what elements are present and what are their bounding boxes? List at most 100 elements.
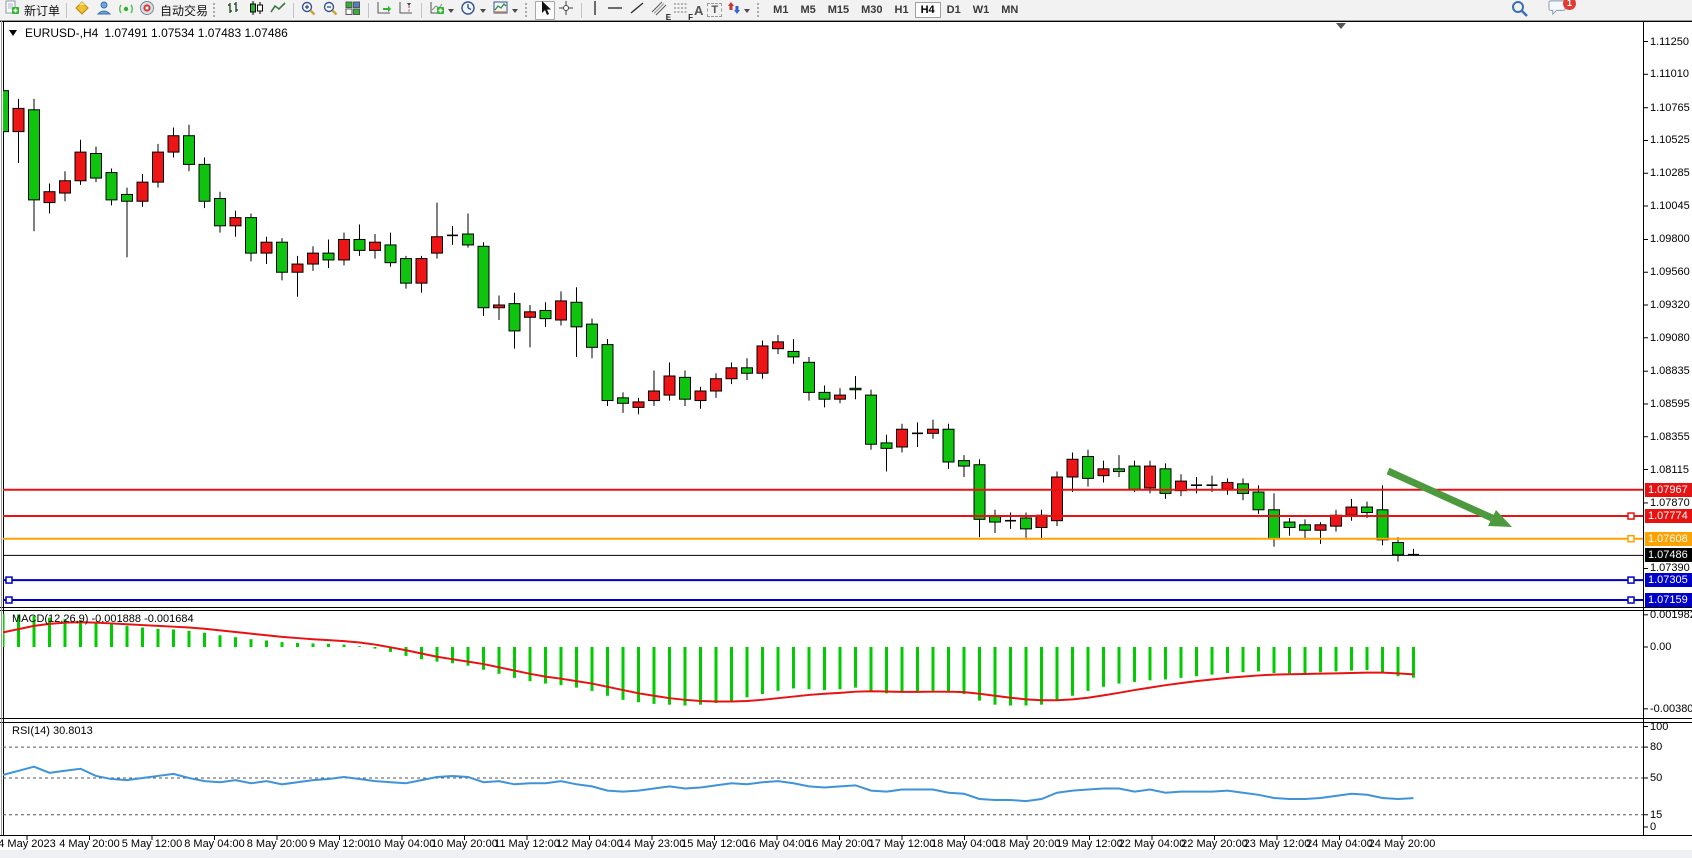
candle-bullish	[1346, 507, 1357, 515]
bar-chart-icon	[225, 0, 243, 21]
candle-bullish	[1067, 459, 1078, 477]
candle-bullish	[416, 259, 427, 284]
toolbar-gripper[interactable]	[525, 3, 530, 17]
toolbar-gripper[interactable]	[213, 3, 218, 17]
autotrading-label: 自动交易	[160, 2, 208, 19]
chart-shift-marker[interactable]	[1336, 23, 1346, 29]
candle-bullish	[230, 218, 241, 226]
tile-windows-icon	[344, 0, 362, 21]
candle-bullish	[13, 108, 24, 131]
cursor-icon	[538, 0, 552, 21]
candle-bearish	[1393, 543, 1404, 555]
chevron-down-icon[interactable]	[448, 9, 454, 13]
candle-bearish	[866, 395, 877, 444]
chart-canvas[interactable]	[0, 0, 1692, 858]
candle-bearish	[509, 304, 520, 331]
community-button[interactable]	[93, 1, 115, 20]
text-label-tool[interactable]: T	[705, 1, 724, 20]
candle-bullish	[773, 342, 784, 349]
signal-button[interactable]	[115, 1, 137, 20]
candle-bearish	[199, 164, 210, 201]
toolbar-separator	[581, 3, 582, 18]
new-chart-button[interactable]	[426, 1, 458, 20]
new-chart-icon	[428, 0, 446, 21]
zoom-out-button[interactable]	[320, 1, 342, 20]
candle-bearish	[1377, 510, 1388, 540]
line-handle[interactable]	[1628, 536, 1634, 542]
fibonacci-tool[interactable]: F	[670, 1, 692, 20]
periods-button[interactable]	[458, 1, 490, 20]
tf-mn[interactable]: MN	[995, 2, 1024, 18]
gold-chart-button[interactable]	[71, 1, 93, 20]
crosshair-tool-button[interactable]	[555, 1, 577, 20]
chevron-down-icon[interactable]	[480, 9, 486, 13]
vertical-line-icon	[588, 0, 602, 21]
line-chart-icon	[269, 0, 287, 21]
candle-bullish	[1098, 469, 1109, 476]
candle-bearish	[618, 398, 629, 403]
line-handle[interactable]	[1628, 577, 1634, 583]
line-handle[interactable]	[6, 577, 12, 583]
candle-bearish	[587, 324, 598, 347]
candle-bearish	[1284, 522, 1295, 527]
new-order-label: 新订单	[24, 2, 60, 19]
candlestick-mode-button[interactable]	[245, 1, 267, 20]
horizontal-line-tool[interactable]	[604, 1, 626, 20]
line-chart-mode-button[interactable]	[267, 1, 289, 20]
chart-shift-button[interactable]	[395, 1, 417, 20]
chevron-down-icon[interactable]	[744, 9, 750, 13]
line-handle[interactable]	[6, 597, 12, 603]
line-handle[interactable]	[1628, 513, 1634, 519]
new-order-button[interactable]: 新订单	[2, 1, 62, 20]
tf-h4[interactable]: H4	[915, 2, 941, 18]
tf-w1[interactable]: W1	[967, 2, 996, 18]
vertical-line-tool[interactable]	[586, 1, 604, 20]
candle-bearish	[1129, 466, 1140, 489]
candle-bearish	[385, 245, 396, 263]
signal-icon	[117, 0, 135, 21]
tf-m1[interactable]: M1	[767, 2, 794, 18]
bar-chart-mode-button[interactable]	[223, 1, 245, 20]
channel-tool[interactable]: E	[648, 1, 670, 20]
candle-bullish	[44, 192, 55, 203]
candle-bearish	[323, 253, 334, 260]
search-button[interactable]	[1508, 1, 1532, 20]
line-handle[interactable]	[1628, 597, 1634, 603]
auto-scroll-button[interactable]	[373, 1, 395, 20]
candle-bullish	[370, 242, 381, 250]
person-icon	[95, 0, 113, 21]
candle-bearish	[943, 429, 954, 462]
autotrading-button[interactable]: 自动交易	[137, 1, 210, 20]
toolbar-gripper[interactable]	[757, 3, 762, 17]
candle-bearish	[959, 461, 970, 466]
tile-windows-button[interactable]	[342, 1, 364, 20]
notifications-button[interactable]: 1	[1546, 1, 1570, 20]
toolbar-separator	[293, 3, 294, 18]
candle-bearish	[571, 302, 582, 327]
text-tool[interactable]: A	[692, 1, 705, 20]
zoom-in-button[interactable]	[298, 1, 320, 20]
tf-m15[interactable]: M15	[822, 2, 855, 18]
candle-bearish	[91, 153, 102, 178]
cursor-tool-button[interactable]	[535, 1, 555, 20]
trend-arrow-object[interactable]	[1388, 471, 1492, 518]
gold-icon	[73, 0, 91, 21]
tf-h1[interactable]: H1	[889, 2, 915, 18]
tf-d1[interactable]: D1	[941, 2, 967, 18]
candlestick-icon	[247, 0, 265, 21]
collapse-triangle-icon[interactable]	[9, 30, 17, 36]
candle-bullish	[308, 253, 319, 264]
candle-bearish	[680, 377, 691, 399]
candle-bullish	[168, 136, 179, 152]
trendline-tool[interactable]	[626, 1, 648, 20]
tf-m30[interactable]: M30	[855, 2, 888, 18]
templates-button[interactable]	[490, 1, 522, 20]
arrows-tool[interactable]	[724, 1, 754, 20]
fibo-glyph: F	[688, 13, 693, 22]
candle-bullish	[153, 152, 164, 182]
tf-m5[interactable]: M5	[794, 2, 821, 18]
candle-bullish	[525, 312, 536, 317]
chevron-down-icon[interactable]	[512, 9, 518, 13]
candle-bullish	[664, 376, 675, 395]
candle-bearish	[990, 517, 1001, 522]
